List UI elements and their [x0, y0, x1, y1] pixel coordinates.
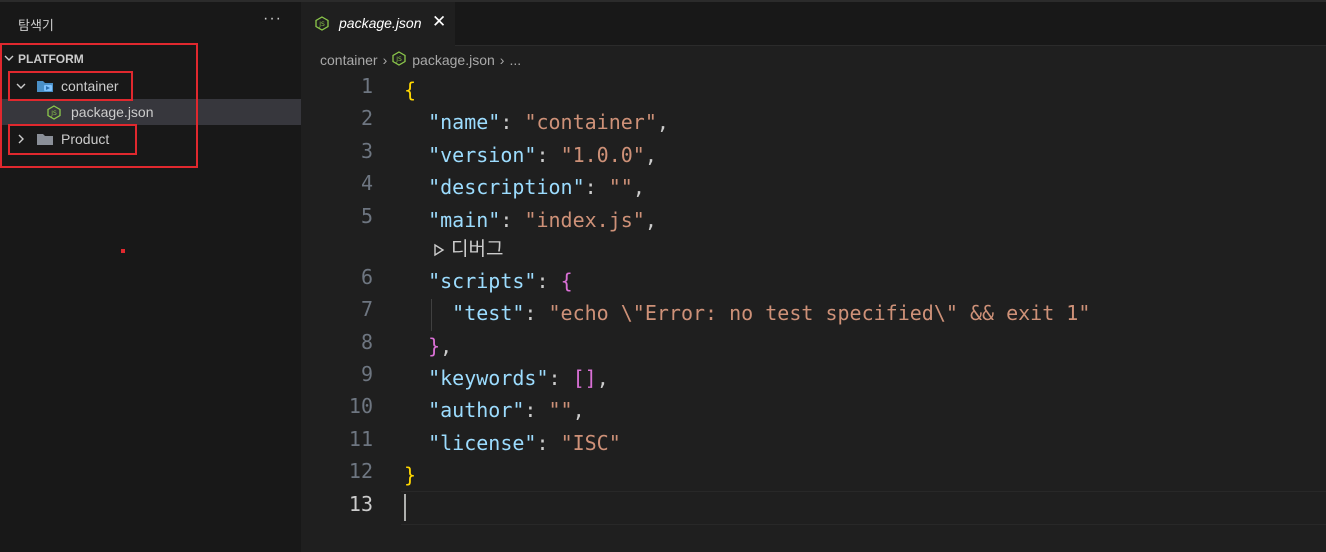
chevron-right-icon: ›: [499, 52, 505, 69]
close-icon[interactable]: ✕: [432, 12, 446, 32]
more-actions-icon[interactable]: ···: [263, 10, 282, 28]
annotation-box-product: [8, 124, 137, 155]
codelens-label: 디버그: [451, 238, 504, 260]
text-cursor: [404, 494, 406, 521]
nodejs-icon: JS: [315, 16, 329, 31]
editor-area: JS package.json ✕ container › JS package.js…: [301, 0, 1326, 552]
line-number: 2: [360, 106, 373, 130]
breadcrumb-file[interactable]: package.json: [412, 52, 495, 68]
svg-text:JS: JS: [395, 56, 402, 63]
line-number: 9: [360, 362, 373, 386]
breadcrumb: container › JS package.json ›...: [320, 51, 521, 71]
code-line[interactable]: "description": "",: [404, 171, 645, 203]
code-line[interactable]: "name": "container",: [404, 106, 669, 138]
svg-text:JS: JS: [318, 21, 325, 28]
current-line-highlight: [401, 491, 1326, 525]
code-line[interactable]: "scripts": {: [404, 265, 573, 297]
code-line[interactable]: "author": "",: [404, 394, 585, 426]
code-line[interactable]: "version": "1.0.0",: [404, 139, 657, 171]
line-number: 12: [348, 459, 373, 483]
tab-bar-empty: [455, 2, 1326, 46]
breadcrumb-folder[interactable]: container: [320, 52, 378, 68]
code-line[interactable]: "test": "echo \"Error: no test specified…: [404, 297, 1090, 329]
line-number: 1: [360, 74, 373, 98]
line-number: 8: [360, 330, 373, 354]
line-number: 3: [360, 139, 373, 163]
code-line[interactable]: "license": "ISC": [404, 427, 621, 459]
debug-codelens[interactable]: 디버그: [433, 234, 503, 261]
line-number: 6: [360, 265, 373, 289]
line-number: 7: [360, 297, 373, 321]
tab-package-json[interactable]: JS package.json ✕: [301, 2, 456, 45]
explorer-sidebar: 탐색기 ··· PLATFORM container JS package.js…: [0, 0, 301, 552]
chevron-right-icon: ›: [382, 52, 388, 69]
line-number: 4: [360, 171, 373, 195]
line-number: 5: [360, 204, 373, 228]
breadcrumb-more[interactable]: ...: [509, 52, 521, 68]
code-line[interactable]: {: [404, 74, 416, 106]
line-number: 13: [348, 492, 373, 516]
line-number: 10: [348, 394, 373, 418]
annotation-dot: [121, 249, 125, 253]
explorer-title: 탐색기: [18, 19, 54, 34]
tab-label: package.json: [339, 15, 422, 31]
code-line[interactable]: "keywords": [],: [404, 362, 609, 394]
line-number: 11: [348, 427, 373, 451]
code-line[interactable]: "main": "index.js",: [404, 204, 657, 236]
play-icon: [434, 243, 445, 256]
code-line[interactable]: },: [404, 330, 452, 362]
nodejs-icon: JS: [392, 51, 406, 69]
annotation-box-container: [8, 71, 133, 101]
code-line[interactable]: }: [404, 459, 416, 491]
